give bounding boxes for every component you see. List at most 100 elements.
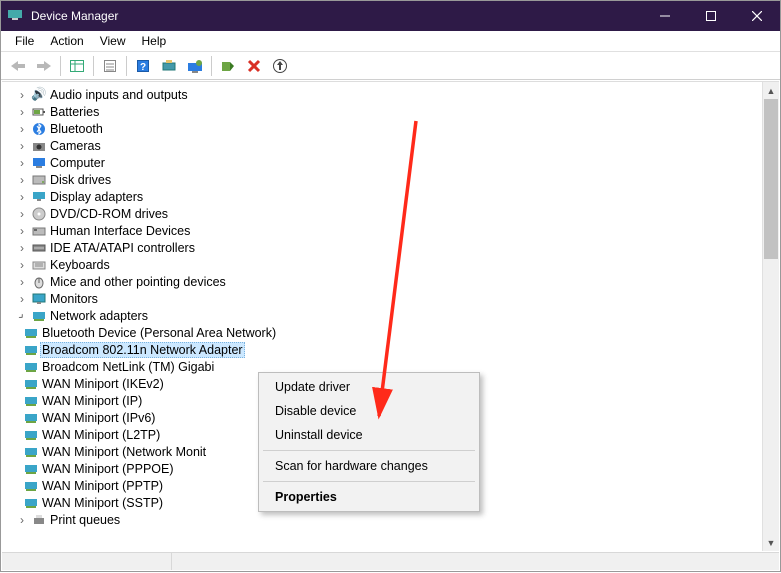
hid-icon [30,225,48,237]
tree-label[interactable]: Disk drives [48,173,113,187]
computer-icon [30,156,48,170]
tree-node-bt-device: Bluetooth Device (Personal Area Network) [6,324,761,341]
tree-label[interactable]: Keyboards [48,258,112,272]
adapter-icon [22,497,40,509]
collapse-icon[interactable]: › [11,305,32,326]
tree-node-bluetooth: › Bluetooth [6,120,761,137]
status-segment [2,553,172,570]
back-button[interactable] [6,54,30,78]
adapter-icon [22,446,40,458]
expand-icon[interactable]: › [14,207,30,221]
title-bar: Device Manager [1,1,780,31]
ctx-disable-device[interactable]: Disable device [261,399,477,423]
tree-label[interactable]: Broadcom NetLink (TM) Gigabi [40,360,216,374]
menu-bar: File Action View Help [1,31,780,52]
tree-label[interactable]: WAN Miniport (IP) [40,394,144,408]
tree-label[interactable]: WAN Miniport (L2TP) [40,428,162,442]
menu-help[interactable]: Help [134,32,175,50]
adapter-icon [22,480,40,492]
expand-icon[interactable]: › [14,241,30,255]
mouse-icon [30,275,48,289]
scan-hardware-button[interactable] [268,54,292,78]
tree-label[interactable]: WAN Miniport (Network Monit [40,445,208,459]
tree-node-dvd: › DVD/CD-ROM drives [6,205,761,222]
tree-label[interactable]: Computer [48,156,107,170]
tree-label[interactable]: Cameras [48,139,103,153]
ctx-update-driver[interactable]: Update driver [261,375,477,399]
update-driver-button[interactable] [183,54,207,78]
printer-icon [30,514,48,526]
dvd-icon [30,207,48,221]
menu-view[interactable]: View [92,32,134,50]
scroll-up-icon[interactable]: ▲ [763,82,779,99]
tree-node-audio: ›🔊Audio inputs and outputs [6,86,761,103]
tree-node-print-queues: › Print queues [6,511,761,528]
tree-label[interactable]: Network adapters [48,309,150,323]
tree-label[interactable]: Monitors [48,292,100,306]
tree-label[interactable]: Display adapters [48,190,145,204]
scroll-down-icon[interactable]: ▼ [763,534,779,551]
tree-node-disk: › Disk drives [6,171,761,188]
menu-file[interactable]: File [7,32,42,50]
expand-icon[interactable]: › [14,105,30,119]
adapter-icon [22,429,40,441]
expand-icon[interactable]: › [14,292,30,306]
minimize-button[interactable] [642,1,688,31]
tree-label[interactable]: WAN Miniport (PPTP) [40,479,165,493]
tree-label[interactable]: Audio inputs and outputs [48,88,190,102]
uninstall-button[interactable] [242,54,266,78]
vertical-scrollbar[interactable]: ▲ ▼ [762,82,779,551]
expand-icon[interactable]: › [14,156,30,170]
properties-button[interactable] [98,54,122,78]
disk-icon [30,174,48,186]
tree-label[interactable]: WAN Miniport (IPv6) [40,411,157,425]
ctx-separator [263,450,475,451]
tree-node-mice: › Mice and other pointing devices [6,273,761,290]
tree-node-batteries: › Batteries [6,103,761,120]
tree-label[interactable]: Broadcom 802.11n Network Adapter [40,342,245,358]
expand-icon[interactable]: › [14,88,30,102]
scan-button[interactable] [157,54,181,78]
tree-label[interactable]: WAN Miniport (SSTP) [40,496,165,510]
ctx-scan-hardware[interactable]: Scan for hardware changes [261,454,477,478]
battery-icon [30,106,48,118]
monitor-icon [30,293,48,305]
tree-label[interactable]: Mice and other pointing devices [48,275,228,289]
expand-icon[interactable]: › [14,258,30,272]
adapter-icon [22,395,40,407]
enable-device-button[interactable] [216,54,240,78]
expand-icon[interactable]: › [14,224,30,238]
forward-button[interactable] [32,54,56,78]
tree-label[interactable]: IDE ATA/ATAPI controllers [48,241,197,255]
expand-icon[interactable]: › [14,122,30,136]
tree-node-cameras: › Cameras [6,137,761,154]
maximize-button[interactable] [688,1,734,31]
adapter-icon [22,463,40,475]
tree-label[interactable]: Print queues [48,513,122,527]
expand-icon[interactable]: › [14,190,30,204]
tree-label[interactable]: Batteries [48,105,101,119]
expand-icon[interactable]: › [14,139,30,153]
app-icon [1,7,29,26]
ctx-properties[interactable]: Properties [261,485,477,509]
tree-label[interactable]: Bluetooth Device (Personal Area Network) [40,326,278,340]
ctx-uninstall-device[interactable]: Uninstall device [261,423,477,447]
adapter-icon [22,327,40,339]
tree-label[interactable]: WAN Miniport (PPPOE) [40,462,176,476]
tree-label[interactable]: WAN Miniport (IKEv2) [40,377,166,391]
tree-node-monitors: › Monitors [6,290,761,307]
scroll-thumb[interactable] [764,99,778,259]
show-hide-tree-button[interactable] [65,54,89,78]
adapter-icon [22,378,40,390]
menu-action[interactable]: Action [42,32,91,50]
status-bar [2,552,779,570]
help-button[interactable]: ? [131,54,155,78]
tree-label[interactable]: Human Interface Devices [48,224,192,238]
tree-label[interactable]: Bluetooth [48,122,105,136]
display-icon [30,191,48,203]
tree-label[interactable]: DVD/CD-ROM drives [48,207,170,221]
expand-icon[interactable]: › [14,275,30,289]
close-button[interactable] [734,1,780,31]
expand-icon[interactable]: › [14,173,30,187]
expand-icon[interactable]: › [14,513,30,527]
